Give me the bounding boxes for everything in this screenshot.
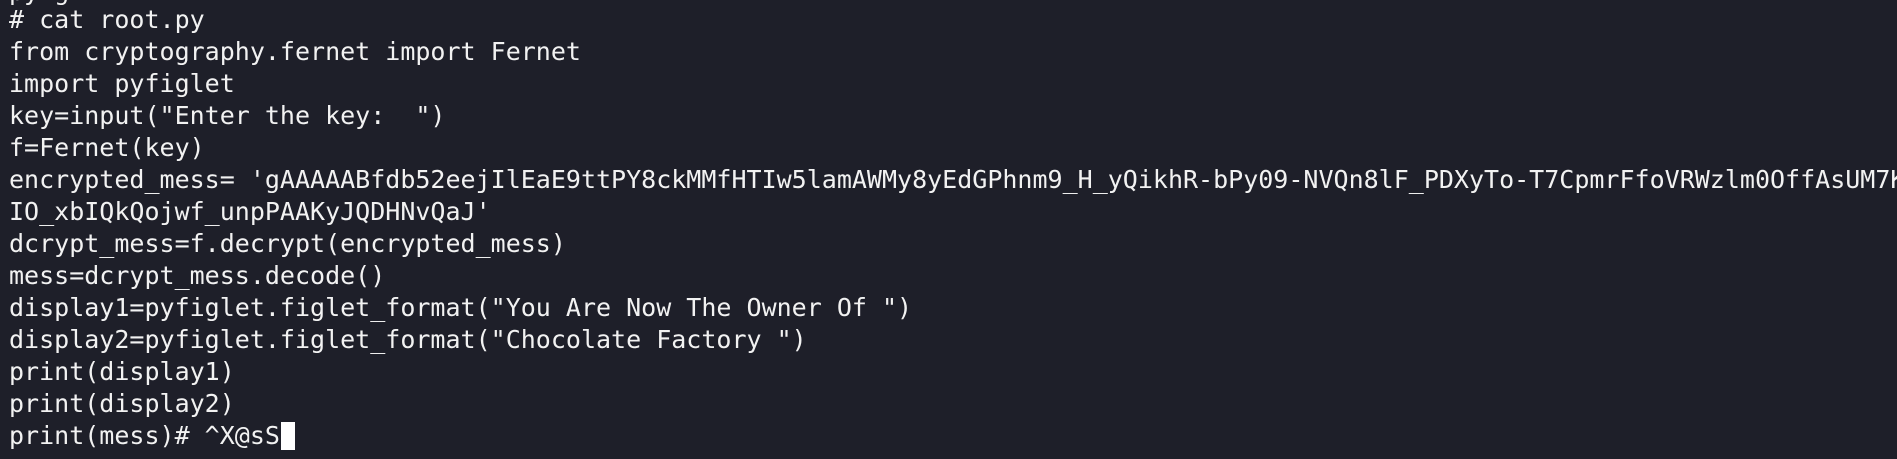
terminal-line: print(display2) — [9, 389, 235, 418]
terminal-prompt-line[interactable]: print(mess)# ^X@sS — [9, 420, 1897, 452]
terminal-line: mess=dcrypt_mess.decode() — [9, 261, 386, 290]
terminal-output: # cat root.py from cryptography.fernet i… — [9, 4, 1897, 452]
terminal-line: import pyfiglet — [9, 69, 235, 98]
terminal-line: dcrypt_mess=f.decrypt(encrypted_mess) — [9, 229, 566, 258]
terminal-line: display1=pyfiglet.figlet_format("You Are… — [9, 293, 913, 322]
terminal-line: IO_xbIQkQojwf_unpPAAKyJQDHNvQaJ' — [9, 197, 491, 226]
terminal-line: encrypted_mess= 'gAAAAABfdb52eejIlEaE9tt… — [9, 165, 1897, 194]
terminal-line: key=input("Enter the key: ") — [9, 101, 446, 130]
terminal-line: f=Fernet(key) — [9, 133, 205, 162]
terminal-line: display2=pyfiglet.figlet_format("Chocola… — [9, 325, 807, 354]
terminal-line: print(display1) — [9, 357, 235, 386]
terminal-window[interactable]: py g # cat root.py from cryptography.fer… — [0, 0, 1897, 459]
terminal-line: from cryptography.fernet import Fernet — [9, 37, 581, 66]
terminal-line-text: print(mess)# ^X@sS — [9, 421, 280, 450]
terminal-cursor — [280, 422, 295, 450]
terminal-line: # cat root.py — [9, 5, 205, 34]
